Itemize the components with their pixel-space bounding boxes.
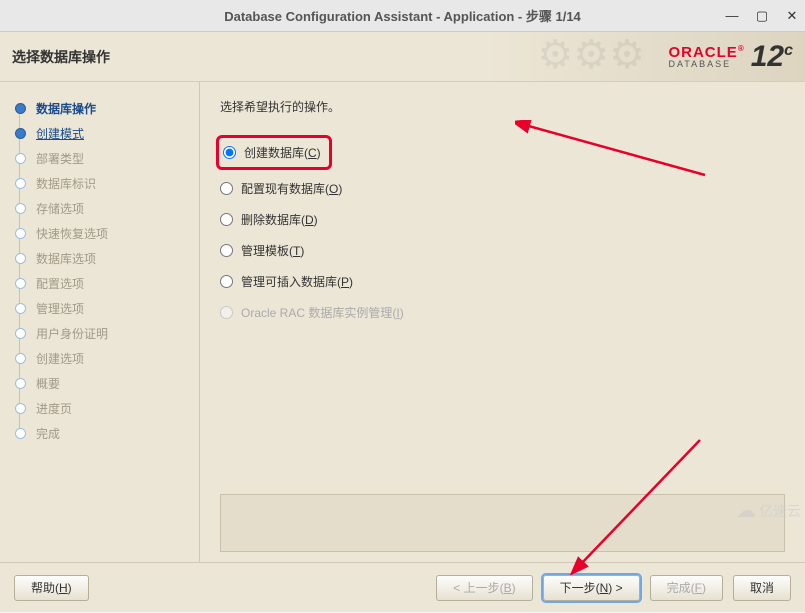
wizard-footer: 帮助(H) < 上一步(B) 下一步(N) > 完成(F) 取消 (0, 562, 805, 612)
step-summary: 概要 (14, 371, 199, 396)
cancel-button[interactable]: 取消 (733, 575, 791, 601)
window-titlebar: Database Configuration Assistant - Appli… (0, 0, 805, 32)
step-db-options: 数据库选项 (14, 246, 199, 271)
oracle-version: 12c (751, 42, 793, 72)
step-list: 数据库操作 创建模式 部署类型 数据库标识 存储选项 快速恢复选项 数据库选项 … (14, 96, 199, 446)
option-rac-manage: Oracle RAC 数据库实例管理(I) (220, 304, 785, 321)
operation-options: 创建数据库(C) 配置现有数据库(O) 删除数据库(D) 管理模板(T) 管理可… (220, 135, 785, 321)
step-db-id: 数据库标识 (14, 171, 199, 196)
step-manage-options: 管理选项 (14, 296, 199, 321)
step-create-options: 创建选项 (14, 346, 199, 371)
instruction-text: 选择希望执行的操作。 (220, 98, 785, 115)
back-button: < 上一步(B) (436, 575, 532, 601)
page-title: 选择数据库操作 (12, 47, 110, 67)
radio-delete-database[interactable] (220, 213, 233, 226)
highlight-annotation: 创建数据库(C) (216, 135, 332, 170)
step-deploy-type: 部署类型 (14, 146, 199, 171)
option-manage-pdb[interactable]: 管理可插入数据库(P) (220, 273, 785, 290)
message-area (220, 494, 785, 552)
close-icon[interactable]: ✕ (785, 8, 799, 24)
radio-manage-pdb[interactable] (220, 275, 233, 288)
content-panel: 选择希望执行的操作。 创建数据库(C) 配置现有数据库(O) 删除数据库(D) … (200, 82, 805, 562)
step-storage: 存储选项 (14, 196, 199, 221)
option-manage-templates[interactable]: 管理模板(T) (220, 242, 785, 259)
step-create-mode[interactable]: 创建模式 (14, 121, 199, 146)
step-finish: 完成 (14, 421, 199, 446)
maximize-icon[interactable]: ▢ (755, 8, 769, 24)
step-database-operation[interactable]: 数据库操作 (14, 96, 199, 121)
radio-rac-manage (220, 306, 233, 319)
help-button[interactable]: 帮助(H) (14, 575, 89, 601)
finish-button: 完成(F) (650, 575, 723, 601)
step-fast-recovery: 快速恢复选项 (14, 221, 199, 246)
step-config-options: 配置选项 (14, 271, 199, 296)
brand-logo: ORACLE® DATABASE 12c (668, 42, 793, 72)
page-header: 选择数据库操作 ⚙⚙⚙ ORACLE® DATABASE 12c (0, 32, 805, 82)
radio-create-database[interactable] (223, 146, 236, 159)
gears-decoration: ⚙⚙⚙ (537, 32, 645, 82)
main-area: 数据库操作 创建模式 部署类型 数据库标识 存储选项 快速恢复选项 数据库选项 … (0, 82, 805, 562)
radio-configure-database[interactable] (220, 182, 233, 195)
radio-manage-templates[interactable] (220, 244, 233, 257)
step-credentials: 用户身份证明 (14, 321, 199, 346)
window-title: Database Configuration Assistant - Appli… (224, 6, 581, 25)
option-configure-database[interactable]: 配置现有数据库(O) (220, 180, 785, 197)
next-button[interactable]: 下一步(N) > (543, 575, 640, 601)
step-progress: 进度页 (14, 396, 199, 421)
window-controls: — ▢ ✕ (725, 8, 799, 24)
cloud-icon: ☁ (736, 498, 756, 523)
option-delete-database[interactable]: 删除数据库(D) (220, 211, 785, 228)
option-create-database[interactable]: 创建数据库(C) (223, 144, 321, 161)
watermark: ☁ 亿速云 (736, 498, 801, 523)
wizard-sidebar: 数据库操作 创建模式 部署类型 数据库标识 存储选项 快速恢复选项 数据库选项 … (0, 82, 200, 562)
minimize-icon[interactable]: — (725, 8, 739, 24)
